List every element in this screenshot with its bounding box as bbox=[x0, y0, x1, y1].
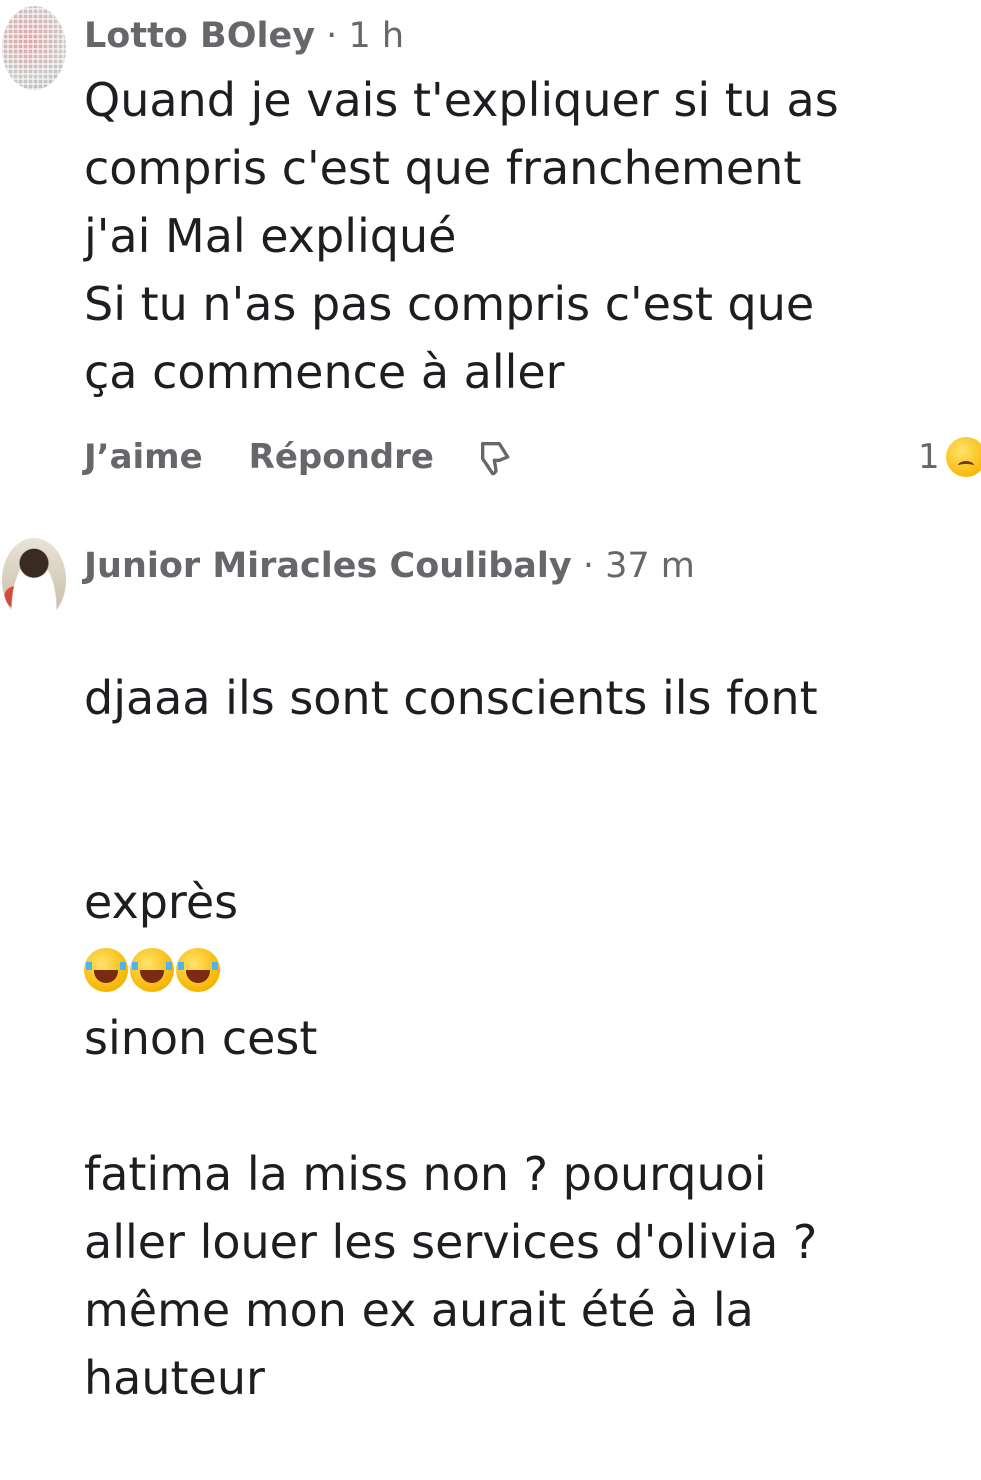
reply-button[interactable]: Répondre bbox=[249, 437, 434, 477]
author-name[interactable]: Lotto BOley bbox=[84, 16, 315, 56]
comment-text: Quand je vais t'expliquer si tu as compr… bbox=[84, 73, 839, 399]
sad-face-icon bbox=[945, 437, 981, 477]
comment-header: Junior Miracles Coulibaly · 37 m bbox=[84, 546, 695, 586]
comment-text: djaaa ils sont conscients ils font exprè… bbox=[84, 596, 974, 1480]
timestamp[interactable]: 1 h bbox=[348, 16, 404, 56]
text-fragment: sinon cest bbox=[84, 1011, 318, 1065]
rolling-on-the-floor-laughing-icon bbox=[176, 948, 220, 992]
comment-2: Junior Miracles Coulibaly · 37 m djaaa i… bbox=[0, 520, 981, 1405]
comment-text-line: djaaa ils sont conscients ils font bbox=[84, 671, 818, 725]
avatar[interactable] bbox=[2, 538, 66, 622]
rolling-on-the-floor-laughing-icon bbox=[130, 948, 174, 992]
timestamp[interactable]: 37 m bbox=[605, 546, 695, 586]
text-fragment: exprès bbox=[84, 875, 239, 929]
comment-header: Lotto BOley · 1 h bbox=[84, 16, 404, 56]
comment-actions: J’aime Répondre bbox=[84, 432, 516, 482]
thumbs-down-icon[interactable] bbox=[476, 437, 516, 477]
reaction-summary[interactable]: 1 bbox=[918, 432, 981, 482]
separator: · bbox=[326, 16, 338, 56]
separator: · bbox=[582, 546, 594, 586]
face-with-tears-of-joy-icon bbox=[84, 948, 128, 992]
author-name[interactable]: Junior Miracles Coulibaly bbox=[84, 546, 572, 586]
avatar[interactable] bbox=[2, 6, 66, 90]
comment-text-rest: fatima la miss non ? pourquoi aller loue… bbox=[84, 1147, 818, 1405]
comment-text-line: exprès sinon cest bbox=[84, 800, 974, 1072]
like-button[interactable]: J’aime bbox=[84, 437, 203, 477]
comment-1: Lotto BOley · 1 h Quand je vais t'expliq… bbox=[0, 0, 981, 500]
reaction-count: 1 bbox=[918, 437, 940, 477]
